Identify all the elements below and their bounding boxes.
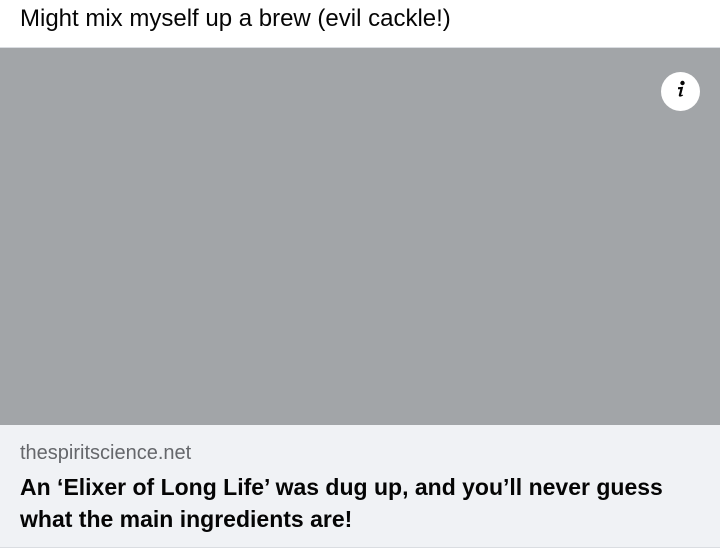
info-icon <box>672 80 690 103</box>
link-card-footer[interactable]: thespiritscience.net An ‘Elixer of Long … <box>0 425 720 548</box>
link-domain: thespiritscience.net <box>20 442 192 464</box>
link-preview-image[interactable] <box>0 47 720 425</box>
link-headline[interactable]: An ‘Elixer of Long Life’ was dug up, and… <box>20 471 680 535</box>
link-preview-card[interactable]: thespiritscience.net An ‘Elixer of Long … <box>0 47 720 548</box>
post-text: Might mix myself up a brew (evil cackle!… <box>20 5 451 32</box>
info-button[interactable] <box>661 72 700 111</box>
